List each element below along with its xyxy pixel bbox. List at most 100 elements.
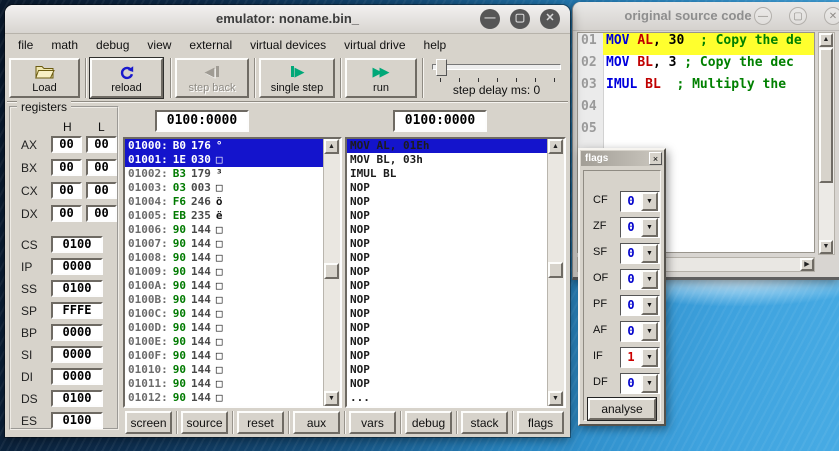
flag-pf-combobox[interactable]: 0▼ [620, 295, 660, 316]
memory-row[interactable]: 01011:90144□ [125, 377, 324, 391]
scroll-up-icon[interactable]: ▲ [324, 139, 339, 154]
scroll-down-icon[interactable]: ▼ [819, 240, 833, 254]
reload-button[interactable]: reload [90, 58, 163, 98]
register-cx-low-field[interactable]: 00 [86, 182, 117, 199]
menu-item-virtual-drive[interactable]: virtual drive [335, 38, 414, 52]
flag-zf-combobox[interactable]: 0▼ [620, 217, 660, 238]
register-bx-high-field[interactable]: 00 [51, 159, 82, 176]
scroll-down-icon[interactable]: ▼ [548, 391, 563, 406]
minimize-icon[interactable]: — [754, 7, 772, 25]
memory-row[interactable]: 0100D:90144□ [125, 321, 324, 335]
scrollbar-thumb[interactable] [324, 263, 339, 279]
step-back-button[interactable]: ◀ step back [175, 58, 249, 98]
disassembly-row[interactable]: NOP [347, 293, 548, 307]
disassembly-row[interactable]: ... [347, 391, 548, 405]
disassembly-row[interactable]: MOV BL, 03h [347, 153, 548, 167]
disassembly-row[interactable]: NOP [347, 279, 548, 293]
register-si-field[interactable]: 0000 [51, 346, 103, 363]
disassembly-row[interactable]: NOP [347, 223, 548, 237]
scroll-up-icon[interactable]: ▲ [548, 139, 563, 154]
disassembly-row[interactable]: NOP [347, 335, 548, 349]
disassembly-row[interactable]: NOP [347, 307, 548, 321]
flag-if-combobox[interactable]: 1▼ [620, 347, 660, 368]
memory-row[interactable]: 0100F:90144□ [125, 349, 324, 363]
menu-item-debug[interactable]: debug [87, 38, 138, 52]
register-di-field[interactable]: 0000 [51, 368, 103, 385]
flag-af-combobox[interactable]: 0▼ [620, 321, 660, 342]
disassembly-row[interactable]: MOV AL, 01Eh [347, 139, 548, 153]
memory-row[interactable]: 01009:90144□ [125, 265, 324, 279]
disassembly-row[interactable]: NOP [347, 209, 548, 223]
register-dx-low-field[interactable]: 00 [86, 205, 117, 222]
slider-thumb[interactable] [436, 59, 447, 76]
close-icon[interactable]: ✕ [540, 9, 560, 29]
register-ds-field[interactable]: 0100 [51, 390, 103, 407]
panel-button-vars[interactable]: vars [349, 411, 396, 434]
dropdown-arrow-icon[interactable]: ▼ [641, 348, 658, 367]
panel-button-debug[interactable]: debug [405, 411, 452, 434]
register-cs-field[interactable]: 0100 [51, 236, 103, 253]
panel-button-flags[interactable]: flags [517, 411, 564, 434]
panel-button-stack[interactable]: stack [461, 411, 508, 434]
dropdown-arrow-icon[interactable]: ▼ [641, 296, 658, 315]
register-bp-field[interactable]: 0000 [51, 324, 103, 341]
source-code-line[interactable]: 01MOV AL, 30 ; Copy the de [578, 33, 814, 55]
register-ax-low-field[interactable]: 00 [86, 136, 117, 153]
scroll-down-icon[interactable]: ▼ [324, 391, 339, 406]
flag-of-combobox[interactable]: 0▼ [620, 269, 660, 290]
panel-button-aux[interactable]: aux [293, 411, 340, 434]
dropdown-arrow-icon[interactable]: ▼ [641, 218, 658, 237]
disasm-address-field[interactable]: 0100:0000 [393, 110, 487, 132]
scrollbar-thumb[interactable] [548, 262, 563, 278]
disassembly-row[interactable]: NOP [347, 251, 548, 265]
disassembly-row[interactable]: NOP [347, 237, 548, 251]
dropdown-arrow-icon[interactable]: ▼ [641, 374, 658, 393]
menu-item-view[interactable]: view [138, 38, 180, 52]
memory-row[interactable]: 01012:90144□ [125, 391, 324, 405]
memory-row[interactable]: 0100B:90144□ [125, 293, 324, 307]
flag-df-combobox[interactable]: 0▼ [620, 373, 660, 394]
scroll-right-icon[interactable]: ▶ [800, 258, 814, 271]
disassembly-row[interactable]: NOP [347, 349, 548, 363]
emulator-titlebar[interactable]: emulator: noname.bin_ — ▢ ✕ [5, 5, 570, 34]
dropdown-arrow-icon[interactable]: ▼ [641, 244, 658, 263]
register-ax-high-field[interactable]: 00 [51, 136, 82, 153]
run-button[interactable]: ▶▶ run [345, 58, 417, 98]
source-code-line[interactable]: 05 [578, 121, 814, 143]
dropdown-arrow-icon[interactable]: ▼ [641, 322, 658, 341]
analyse-button[interactable]: analyse [588, 398, 656, 420]
memory-row[interactable]: 01008:90144□ [125, 251, 324, 265]
single-step-button[interactable]: ▶ single step [259, 58, 335, 98]
memory-address-field[interactable]: 0100:0000 [155, 110, 249, 132]
panel-button-source[interactable]: source [181, 411, 228, 434]
memory-row[interactable]: 01005:EB235ë [125, 209, 324, 223]
scroll-up-icon[interactable]: ▲ [819, 33, 833, 47]
maximize-icon[interactable]: ▢ [510, 9, 530, 29]
menu-item-help[interactable]: help [415, 38, 456, 52]
source-code-line[interactable]: 03IMUL BL ; Multiply the [578, 77, 814, 99]
disassembly-row[interactable]: NOP [347, 321, 548, 335]
close-icon[interactable]: ✕ [824, 7, 839, 25]
close-icon[interactable]: × [649, 152, 662, 165]
disassembly-row[interactable]: NOP [347, 363, 548, 377]
dropdown-arrow-icon[interactable]: ▼ [641, 192, 658, 211]
register-dx-high-field[interactable]: 00 [51, 205, 82, 222]
menu-item-math[interactable]: math [42, 38, 87, 52]
memory-row[interactable]: 0100A:90144□ [125, 279, 324, 293]
menu-item-virtual-devices[interactable]: virtual devices [241, 38, 335, 52]
source-code-line[interactable]: 04 [578, 99, 814, 121]
disassembly-row[interactable]: NOP [347, 181, 548, 195]
scrollbar-thumb[interactable] [819, 48, 833, 183]
flags-titlebar[interactable]: flags × [581, 151, 663, 166]
menu-item-file[interactable]: file [9, 38, 42, 52]
memory-row[interactable]: 01004:F6246ö [125, 195, 324, 209]
memory-row[interactable]: 0100C:90144□ [125, 307, 324, 321]
source-window-titlebar[interactable]: original source code — ▢ ✕ [573, 2, 839, 31]
memory-scrollbar[interactable]: ▲ ▼ [323, 139, 340, 406]
load-button[interactable]: Load [9, 58, 80, 98]
disassembly-row[interactable]: IMUL BL [347, 167, 548, 181]
source-vertical-scrollbar[interactable]: ▲ ▼ [818, 32, 835, 255]
slider-track[interactable] [432, 64, 561, 70]
memory-row[interactable]: 01006:90144□ [125, 223, 324, 237]
flag-cf-combobox[interactable]: 0▼ [620, 191, 660, 212]
